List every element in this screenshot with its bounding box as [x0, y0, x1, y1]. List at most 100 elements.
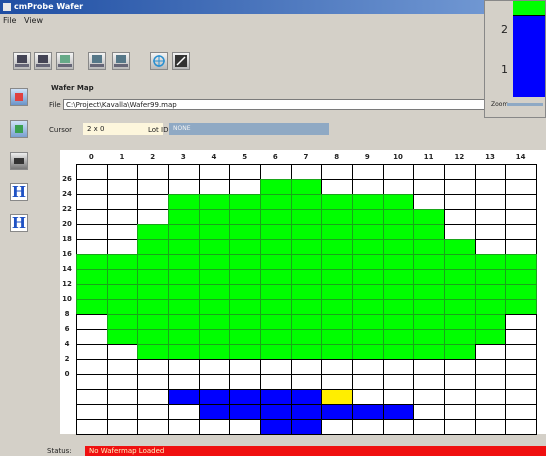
die-cell[interactable] [321, 404, 353, 420]
die-cell[interactable] [260, 404, 292, 420]
die-cell[interactable] [260, 329, 292, 345]
die-cell[interactable] [413, 329, 445, 345]
die-cell[interactable] [137, 179, 169, 195]
file-path-input[interactable]: C:\Project\Kavalla\Wafer99.map [63, 99, 546, 110]
die-cell[interactable] [260, 209, 292, 225]
die-cell[interactable] [198, 164, 231, 180]
die-cell[interactable] [321, 419, 353, 435]
die-cell[interactable] [137, 344, 169, 360]
die-cell[interactable] [290, 359, 323, 375]
die-cell[interactable] [106, 269, 139, 285]
die-cell[interactable] [321, 374, 353, 390]
die-cell[interactable] [106, 194, 139, 210]
die-cell[interactable] [321, 299, 353, 315]
die-cell[interactable] [168, 404, 200, 420]
die-cell[interactable] [260, 419, 292, 435]
die-cell[interactable] [413, 164, 445, 180]
menu-file[interactable]: File [3, 16, 16, 25]
die-cell[interactable] [474, 344, 507, 360]
die-cell[interactable] [76, 389, 108, 405]
die-cell[interactable] [413, 344, 445, 360]
die-cell[interactable] [382, 269, 415, 285]
die-cell[interactable] [474, 359, 507, 375]
die-cell[interactable] [290, 404, 323, 420]
die-cell[interactable] [106, 329, 139, 345]
die-cell[interactable] [413, 374, 445, 390]
die-cell[interactable] [198, 269, 231, 285]
die-cell[interactable] [474, 374, 507, 390]
die-cell[interactable] [76, 164, 108, 180]
die-cell[interactable] [474, 179, 507, 195]
zoom-slider[interactable] [507, 103, 543, 106]
die-cell[interactable] [352, 284, 384, 300]
die-cell[interactable] [413, 284, 445, 300]
title-bar[interactable]: cmProbe Wafer [0, 0, 546, 14]
die-cell[interactable] [290, 209, 323, 225]
die-cell[interactable] [198, 419, 231, 435]
die-cell[interactable] [290, 374, 323, 390]
die-cell[interactable] [444, 239, 476, 255]
die-cell[interactable] [382, 179, 415, 195]
die-cell[interactable] [76, 299, 108, 315]
die-cell[interactable] [505, 359, 537, 375]
die-cell[interactable] [474, 284, 507, 300]
die-cell[interactable] [352, 179, 384, 195]
die-cell[interactable] [76, 374, 108, 390]
die-cell[interactable] [321, 389, 353, 405]
die-cell[interactable] [76, 284, 108, 300]
die-cell[interactable] [137, 299, 169, 315]
die-cell[interactable] [505, 209, 537, 225]
die-cell[interactable] [168, 419, 200, 435]
die-cell[interactable] [168, 269, 200, 285]
die-cell[interactable] [260, 254, 292, 270]
die-cell[interactable] [352, 359, 384, 375]
die-cell[interactable] [352, 329, 384, 345]
die-cell[interactable] [352, 374, 384, 390]
die-cell[interactable] [382, 389, 415, 405]
die-cell[interactable] [137, 284, 169, 300]
die-cell[interactable] [76, 209, 108, 225]
die-cell[interactable] [474, 239, 507, 255]
die-cell[interactable] [76, 239, 108, 255]
die-cell[interactable] [198, 314, 231, 330]
die-cell[interactable] [229, 284, 261, 300]
die-cell[interactable] [474, 314, 507, 330]
die-cell[interactable] [352, 344, 384, 360]
die-cell[interactable] [260, 344, 292, 360]
die-cell[interactable] [444, 359, 476, 375]
die-cell[interactable] [474, 389, 507, 405]
die-cell[interactable] [290, 419, 323, 435]
die-cell[interactable] [229, 344, 261, 360]
die-cell[interactable] [474, 164, 507, 180]
die-cell[interactable] [382, 344, 415, 360]
die-cell[interactable] [137, 269, 169, 285]
edit-button[interactable] [88, 52, 106, 70]
die-cell[interactable] [321, 329, 353, 345]
die-cell[interactable] [352, 239, 384, 255]
die-cell[interactable] [413, 269, 445, 285]
die-cell[interactable] [321, 239, 353, 255]
die-cell[interactable] [505, 179, 537, 195]
die-cell[interactable] [505, 239, 537, 255]
die-cell[interactable] [229, 269, 261, 285]
die-cell[interactable] [352, 419, 384, 435]
die-cell[interactable] [352, 194, 384, 210]
die-cell[interactable] [260, 284, 292, 300]
die-cell[interactable] [352, 314, 384, 330]
die-cell[interactable] [106, 404, 139, 420]
die-cell[interactable] [106, 389, 139, 405]
die-cell[interactable] [168, 284, 200, 300]
menu-view[interactable]: View [24, 16, 43, 25]
die-cell[interactable] [229, 404, 261, 420]
die-cell[interactable] [106, 239, 139, 255]
die-cell[interactable] [474, 254, 507, 270]
die-cell[interactable] [505, 314, 537, 330]
die-cell[interactable] [474, 419, 507, 435]
die-cell[interactable] [137, 209, 169, 225]
h-button-1[interactable]: H [10, 183, 28, 201]
die-cell[interactable] [106, 374, 139, 390]
die-cell[interactable] [137, 194, 169, 210]
die-cell[interactable] [444, 179, 476, 195]
die-cell[interactable] [260, 299, 292, 315]
die-cell[interactable] [474, 269, 507, 285]
